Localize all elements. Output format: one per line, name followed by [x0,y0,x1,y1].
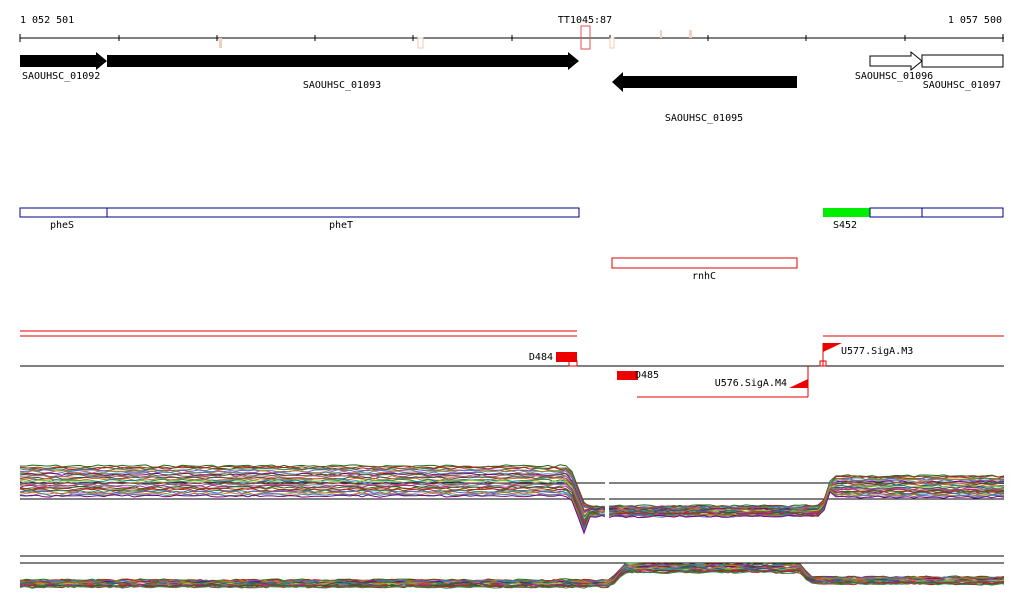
annotation-label-rnhC: rnhC [692,271,716,282]
expression-trace [19,491,1005,535]
gene-track: SAOUHSC_01092 SAOUHSC_01093 SAOUHSC_0109… [20,50,1004,124]
expression-trace [19,491,1005,533]
annotation-label-S452: S452 [833,220,857,231]
annotation-rnhC[interactable] [611,257,798,269]
coord-left: 1 052 501 [20,15,74,26]
annotation-S452[interactable] [823,208,870,217]
annotation-label-pheT: pheT [329,220,353,231]
feature-label-D484: D484 [529,352,553,363]
tick-mark [417,37,424,49]
genome-browser-view: 1 052 501 1 057 500 TT1045:87 SAOUHSC_01… [19,15,1005,589]
gene-arrow-SAOUHSC_01093[interactable] [107,52,579,70]
coord-marker-label: TT1045:87 [558,15,612,26]
feature-label-D485: D485 [635,370,659,381]
annotation-box[interactable] [869,207,923,218]
feature-U577-promoter[interactable] [823,343,842,352]
annotation-box[interactable] [921,207,1004,218]
feature-U576-promoter[interactable] [789,379,808,388]
gene-arrow-SAOUHSC_01092[interactable] [20,52,107,70]
tick-mark [609,37,615,49]
gap-marker [605,470,609,520]
annotation-label-pheS: pheS [50,220,74,231]
feature-label-U576: U576.SigA.M4 [715,378,787,389]
gene-arrow-SAOUHSC_01095[interactable] [612,72,797,92]
gene-label-SAOUHSC_01095: SAOUHSC_01095 [665,113,743,124]
tick-mark [689,30,692,38]
gene-arrow-SAOUHSC_01096[interactable] [869,50,923,72]
expression-track-bottom [19,555,1005,589]
gene-label-SAOUHSC_01097: SAOUHSC_01097 [923,80,1001,91]
tick-mark [219,38,222,48]
tick-mark [660,30,662,38]
feature-label-U577: U577.SigA.M3 [841,346,913,357]
coord-right: 1 057 500 [948,15,1002,26]
feature-track: D484 D485 U577.SigA.M3 U576.SigA.M4 [20,330,1004,398]
annotation-pheS[interactable] [19,207,108,218]
gene-label-SAOUHSC_01096: SAOUHSC_01096 [855,71,933,82]
coordinate-ruler: 1 052 501 1 057 500 TT1045:87 [19,15,1004,50]
expression-track-top [19,464,1005,535]
annotation-pheT[interactable] [106,207,580,218]
gene-label-SAOUHSC_01092: SAOUHSC_01092 [22,71,100,82]
gene-box-SAOUHSC_01097[interactable] [921,54,1004,68]
annotation-track: pheS pheT S452 rnhC [19,207,1004,282]
gene-label-SAOUHSC_01093: SAOUHSC_01093 [303,80,381,91]
